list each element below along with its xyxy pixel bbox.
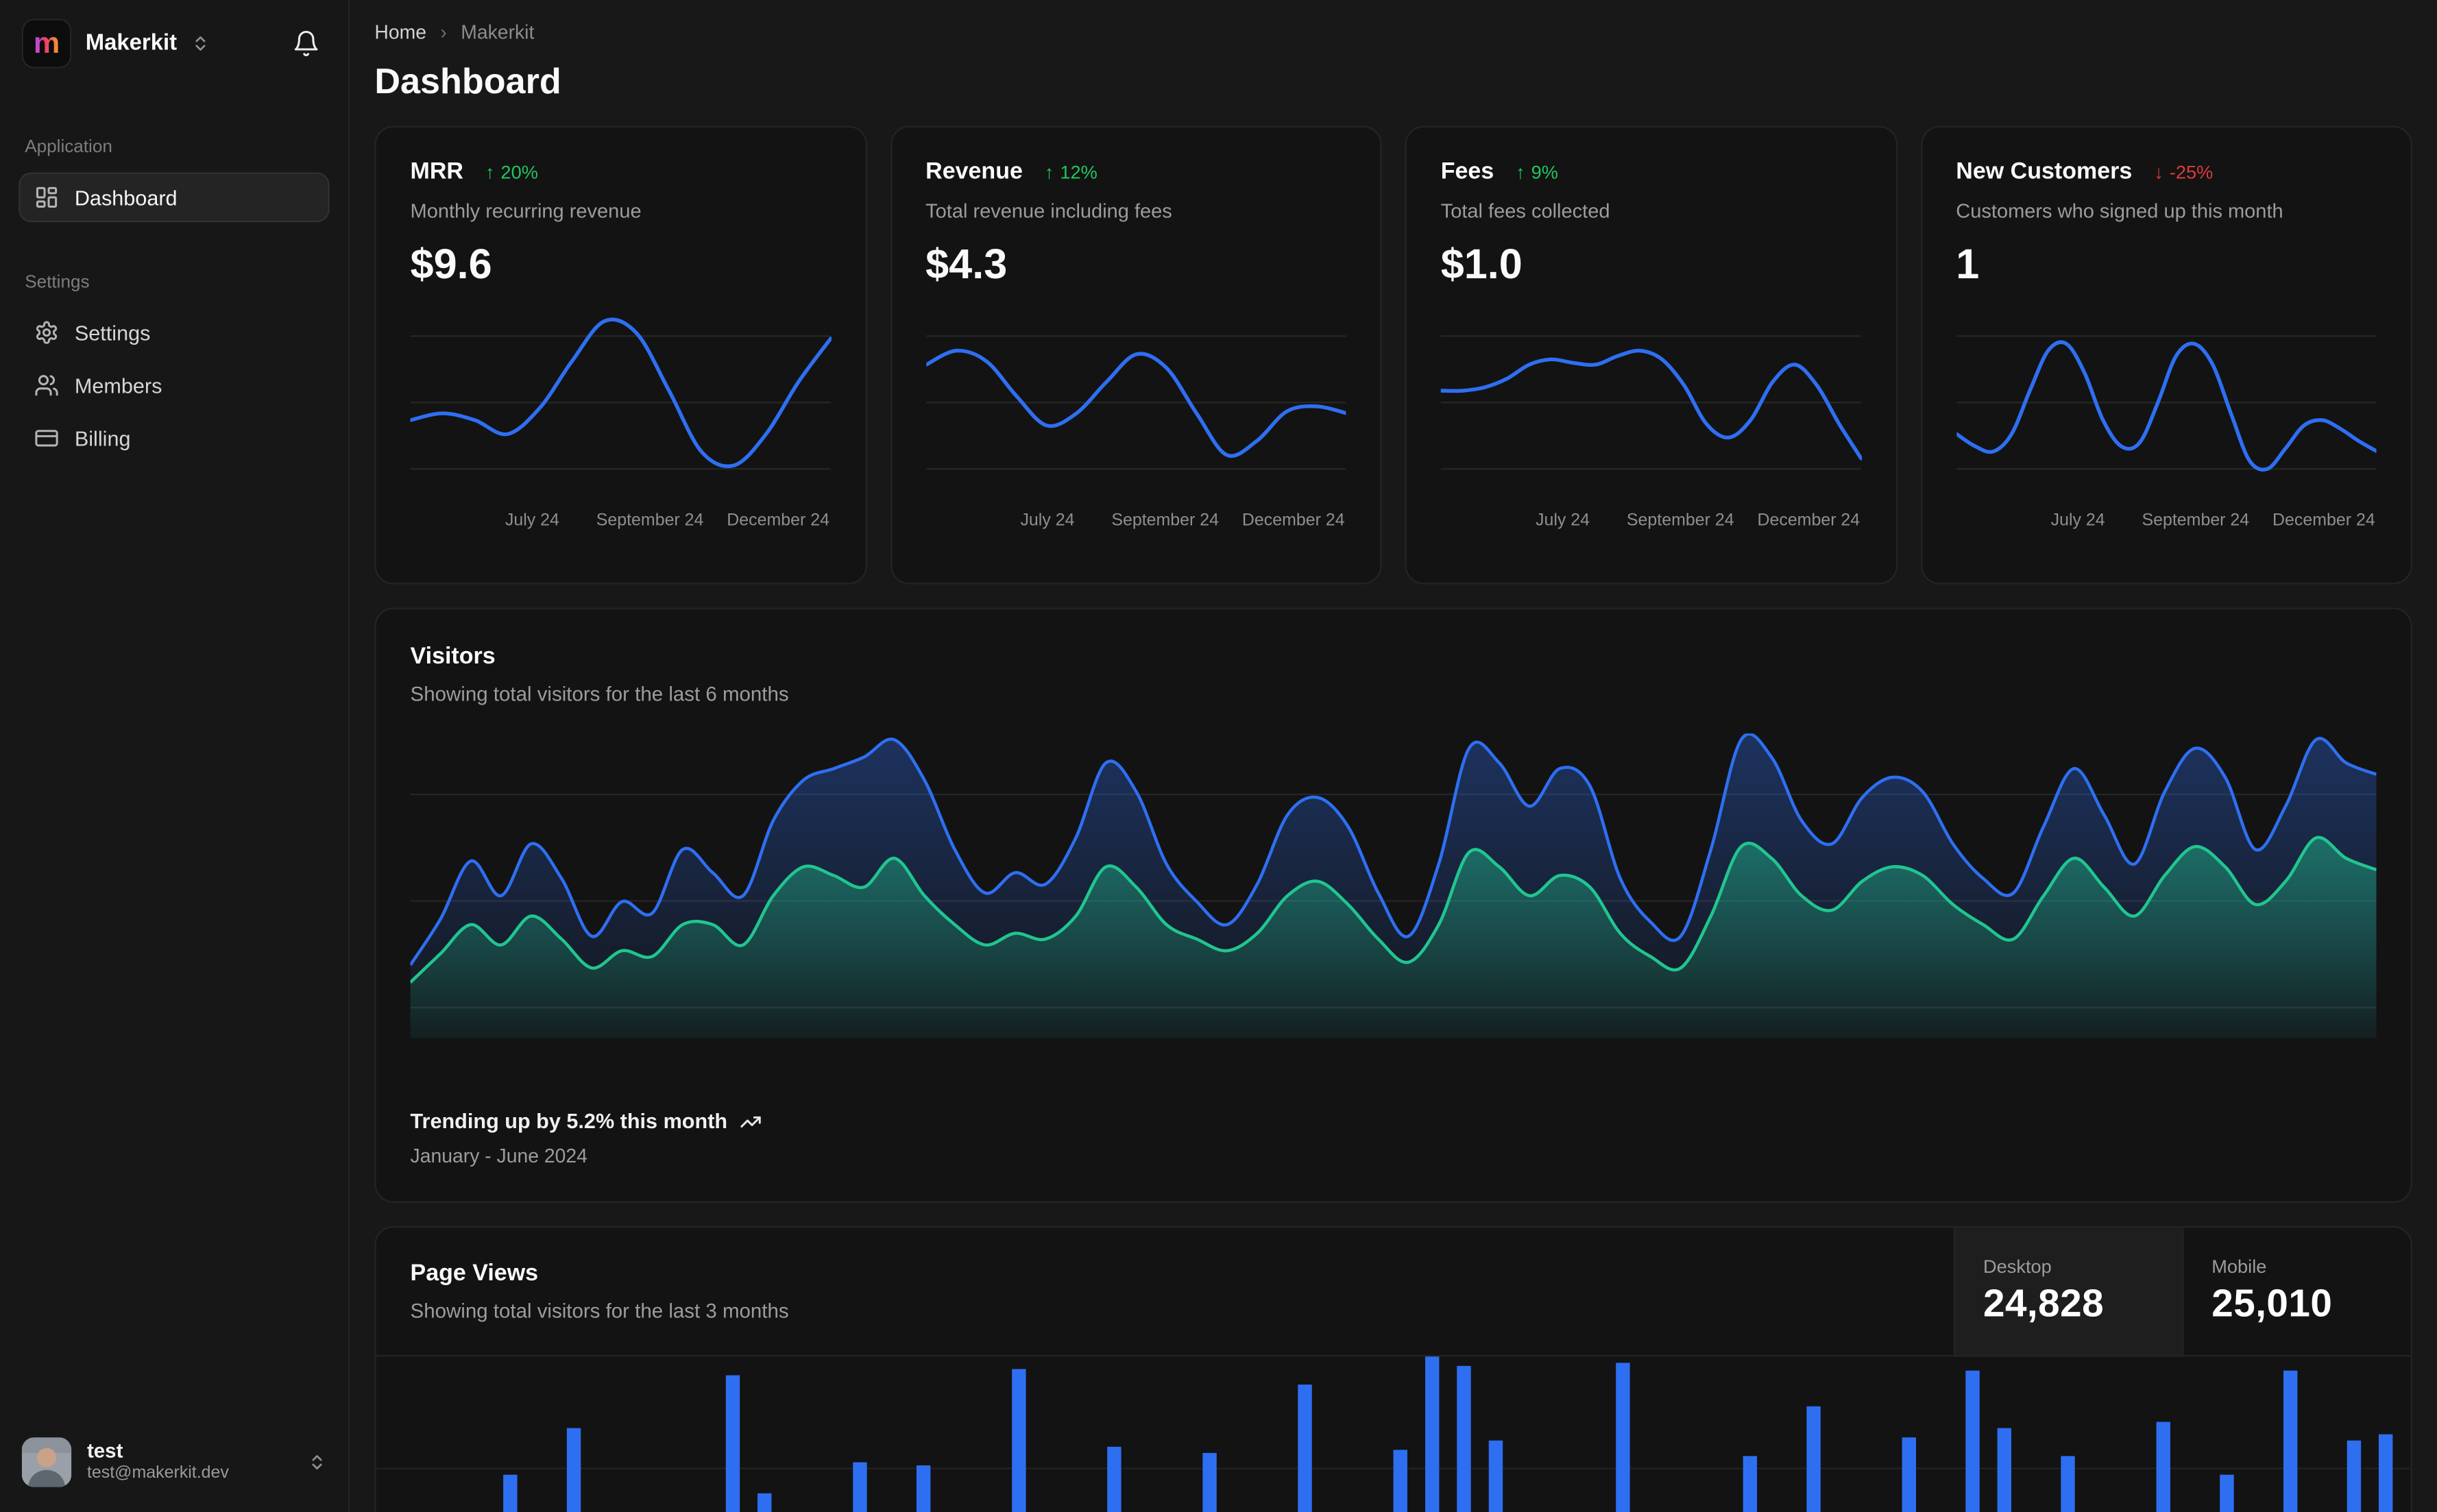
stat-value: 1 bbox=[1956, 241, 1980, 288]
arrow-up-icon: ↑ bbox=[1044, 160, 1054, 183]
visitors-date-range: January - June 2024 bbox=[410, 1145, 587, 1167]
fees-sparkline-chart: July 24 September 24 December 24 bbox=[1440, 304, 1861, 535]
sidebar-item-label: Billing bbox=[74, 426, 131, 450]
stat-title: Fees bbox=[1440, 158, 1494, 185]
stat-title: Revenue bbox=[925, 158, 1023, 185]
breadcrumb: Home › Makerkit bbox=[374, 22, 2412, 44]
arrow-down-icon: ↓ bbox=[2154, 160, 2163, 183]
makerkit-dashboard-app: m Makerkit Application Dashboard Setting… bbox=[0, 0, 2437, 1512]
page-views-bar-chart bbox=[376, 1356, 2411, 1512]
trend-badge: ↓ -25% bbox=[2154, 160, 2214, 183]
mobile-label: Mobile bbox=[2211, 1255, 2267, 1278]
page-views-header: Page Views Showing total visitors for th… bbox=[376, 1228, 2411, 1357]
sidebar: m Makerkit Application Dashboard Setting… bbox=[0, 0, 350, 1512]
sidebar-header: m Makerkit bbox=[19, 16, 329, 69]
desktop-value: 24,828 bbox=[1983, 1282, 2105, 1326]
sidebar-item-label: Settings bbox=[74, 321, 151, 345]
credit-card-icon bbox=[34, 426, 59, 450]
user-name: test bbox=[86, 1439, 123, 1463]
stat-description: Monthly recurring revenue bbox=[410, 199, 642, 223]
stat-card-new-customers: New Customers ↓ -25% Customers who signed… bbox=[1920, 125, 2412, 585]
sidebar-item-dashboard[interactable]: Dashboard bbox=[19, 172, 330, 223]
mrr-sparkline-chart: July 24 September 24 December 24 bbox=[410, 304, 831, 535]
arrow-up-icon: ↑ bbox=[1516, 160, 1525, 183]
stat-card-mrr: MRR ↑ 20% Monthly recurring revenue $9.6 … bbox=[374, 125, 866, 585]
desktop-toggle[interactable]: Desktop 24,828 bbox=[1953, 1228, 2183, 1356]
new-customers-sparkline-chart: July 24 September 24 December 24 bbox=[1956, 304, 2377, 535]
stat-value: $1.0 bbox=[1440, 241, 1523, 288]
stat-description: Total revenue including fees bbox=[925, 199, 1172, 223]
page-title: Dashboard bbox=[374, 60, 561, 101]
chevrons-up-down-icon[interactable] bbox=[191, 34, 210, 53]
visitors-title: Visitors bbox=[410, 643, 496, 670]
makerkit-logo[interactable]: m bbox=[21, 19, 72, 69]
main-content: Home › Makerkit Dashboard MRR ↑ 20% Month… bbox=[350, 0, 2437, 1512]
users-icon bbox=[34, 373, 59, 398]
stat-description: Customers who signed up this month bbox=[1956, 199, 2283, 223]
x-axis-ticks: July 24 September 24 December 24 bbox=[1020, 511, 1345, 531]
breadcrumb-separator-icon: › bbox=[440, 21, 447, 44]
stat-value: $9.6 bbox=[410, 241, 492, 288]
stat-description: Total fees collected bbox=[1440, 199, 1610, 223]
user-meta: test test@makerkit.dev bbox=[87, 1439, 229, 1485]
x-axis-ticks: July 24 September 24 December 24 bbox=[505, 511, 830, 531]
sidebar-section-application: Application bbox=[25, 138, 112, 157]
dashboard-grid-icon bbox=[34, 185, 59, 210]
user-email: test@makerkit.dev bbox=[86, 1464, 229, 1483]
sidebar-item-billing[interactable]: Billing bbox=[19, 413, 329, 463]
visitors-footer: Trending up by 5.2% this month January -… bbox=[411, 1110, 2377, 1167]
visitors-area-chart bbox=[410, 733, 2377, 1038]
visitors-card: Visitors Showing total visitors for the … bbox=[374, 607, 2412, 1203]
page-views-card: Page Views Showing total visitors for th… bbox=[374, 1226, 2412, 1512]
mobile-toggle[interactable]: Mobile 25,010 bbox=[2182, 1228, 2410, 1356]
gear-icon bbox=[34, 320, 59, 345]
logo-letter: m bbox=[33, 27, 60, 60]
sidebar-item-settings[interactable]: Settings bbox=[19, 308, 329, 358]
page-views-title: Page Views bbox=[410, 1260, 539, 1287]
user-account-menu[interactable]: test test@makerkit.dev bbox=[19, 1431, 329, 1493]
sidebar-item-members[interactable]: Members bbox=[19, 361, 329, 411]
desktop-label: Desktop bbox=[1983, 1255, 2052, 1278]
sidebar-item-label: Members bbox=[74, 374, 162, 398]
chevrons-up-down-icon bbox=[308, 1453, 326, 1472]
page-views-subtitle: Showing total visitors for the last 3 mo… bbox=[410, 1299, 789, 1323]
trend-badge: ↑ 9% bbox=[1516, 160, 1558, 183]
visitors-trend-text: Trending up by 5.2% this month bbox=[410, 1109, 728, 1133]
mobile-value: 25,010 bbox=[2211, 1282, 2333, 1326]
stat-value: $4.3 bbox=[925, 241, 1008, 288]
sidebar-item-label: Dashboard bbox=[74, 185, 178, 209]
workspace-name[interactable]: Makerkit bbox=[86, 31, 177, 56]
user-avatar bbox=[21, 1437, 72, 1487]
stat-cards-row: MRR ↑ 20% Monthly recurring revenue $9.6 … bbox=[374, 125, 2412, 585]
trend-badge: ↑ 20% bbox=[485, 160, 538, 183]
stat-card-revenue: Revenue ↑ 12% Total revenue including fee… bbox=[889, 125, 1382, 585]
trend-badge: ↑ 12% bbox=[1044, 160, 1098, 183]
x-axis-ticks: July 24 September 24 December 24 bbox=[2050, 511, 2375, 531]
visitors-subtitle: Showing total visitors for the last 6 mo… bbox=[410, 682, 789, 706]
stat-title: MRR bbox=[410, 158, 464, 185]
stat-card-fees: Fees ↑ 9% Total fees collected $1.0 July … bbox=[1405, 125, 1898, 585]
breadcrumb-home-link[interactable]: Home bbox=[374, 22, 426, 44]
stat-title: New Customers bbox=[1956, 158, 2133, 185]
x-axis-ticks: July 24 September 24 December 24 bbox=[1536, 511, 1860, 531]
arrow-up-icon: ↑ bbox=[485, 160, 495, 183]
sidebar-section-settings: Settings bbox=[25, 273, 90, 293]
breadcrumb-current: Makerkit bbox=[461, 21, 535, 44]
notifications-bell-icon[interactable] bbox=[286, 23, 326, 64]
revenue-sparkline-chart: July 24 September 24 December 24 bbox=[925, 304, 1346, 535]
trending-up-icon bbox=[740, 1110, 762, 1132]
